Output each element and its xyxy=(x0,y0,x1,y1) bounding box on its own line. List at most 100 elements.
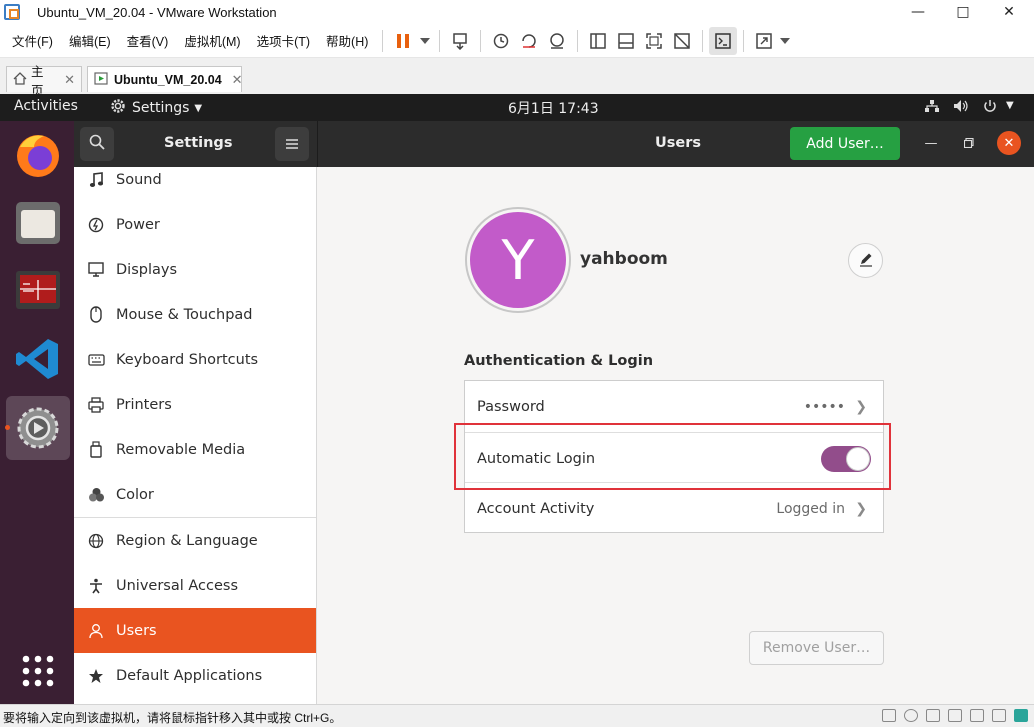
pause-icon[interactable] xyxy=(389,27,417,55)
display-status-icon[interactable] xyxy=(992,709,1006,722)
volume-icon[interactable] xyxy=(953,99,969,117)
sidebar-item-power[interactable]: Power xyxy=(74,202,316,247)
printer-icon xyxy=(87,396,105,414)
running-indicator xyxy=(5,425,10,430)
ubuntu-top-bar: Activities Settings ▼ 6月1日 17:43 ▼ xyxy=(0,94,1034,121)
sidebar-item-label: Default Applications xyxy=(116,667,263,684)
toolbar-separator xyxy=(480,29,482,52)
window-title-bar: Ubuntu_VM_20.04 - VMware Workstation — □… xyxy=(0,0,1034,24)
snapshot-manager-icon[interactable] xyxy=(543,27,571,55)
search-button[interactable] xyxy=(80,127,114,161)
menu-view[interactable]: 查看(V) xyxy=(119,31,177,50)
menu-bar: 文件(F) 编辑(E) 查看(V) 虚拟机(M) 选项卡(T) 帮助(H) xyxy=(0,24,1034,58)
vmware-app-icon xyxy=(4,4,20,20)
maximize-icon[interactable]: □ xyxy=(940,0,986,24)
users-panel: Y yahboom Authentication & Login Passwor… xyxy=(317,167,1034,704)
system-monitor-icon[interactable] xyxy=(14,267,62,315)
library-view-icon[interactable] xyxy=(584,27,612,55)
sidebar-item-label: Universal Access xyxy=(116,577,239,594)
tab-vm[interactable]: Ubuntu_VM_20.04 ✕ xyxy=(87,66,243,92)
close-icon[interactable]: ✕ xyxy=(986,0,1032,24)
tab-home[interactable]: 主页 ✕ xyxy=(6,65,82,98)
auth-section-title: Authentication & Login xyxy=(464,353,654,369)
activities-button[interactable]: Activities xyxy=(14,98,78,114)
pencil-icon xyxy=(858,251,874,271)
sidebar-item-region-language[interactable]: Region & Language xyxy=(74,518,316,563)
search-icon xyxy=(89,134,105,154)
tab-vm-close-icon[interactable]: ✕ xyxy=(232,72,243,88)
users-icon xyxy=(87,622,105,640)
snapshot-icon[interactable] xyxy=(487,27,515,55)
sidebar-item-printers[interactable]: Printers xyxy=(74,382,316,427)
firefox-icon[interactable] xyxy=(14,131,62,179)
system-menu-caret-icon[interactable]: ▼ xyxy=(1006,100,1014,111)
settings-app-icon[interactable] xyxy=(14,404,62,452)
cd-drive-icon[interactable] xyxy=(904,709,918,722)
fullscreen-icon[interactable] xyxy=(640,27,668,55)
app-menu[interactable]: Settings ▼ xyxy=(110,98,202,118)
toolbar-separator xyxy=(577,29,579,52)
status-bar: 要将输入定向到该虚拟机，请将鼠标指针移入其中或按 Ctrl+G。 xyxy=(0,704,1034,727)
sidebar-item-label: Displays xyxy=(116,261,178,278)
sidebar-item-label: Power xyxy=(116,216,160,233)
settings-title: Settings xyxy=(164,135,233,151)
tab-vm-label: Ubuntu_VM_20.04 xyxy=(114,72,222,87)
sidebar-item-universal-access[interactable]: Universal Access xyxy=(74,563,316,608)
stretch-dropdown-icon[interactable] xyxy=(778,27,792,55)
sidebar-item-removable-media[interactable]: Removable Media xyxy=(74,427,316,472)
chevron-right-icon: ❯ xyxy=(855,398,867,415)
send-ctrl-alt-del-icon[interactable] xyxy=(446,27,474,55)
avatar[interactable]: Y xyxy=(465,207,571,313)
thumbnail-view-icon[interactable] xyxy=(612,27,640,55)
menu-file[interactable]: 文件(F) xyxy=(0,31,61,50)
clock[interactable]: 6月1日 17:43 xyxy=(508,98,599,118)
menu-vm[interactable]: 虚拟机(M) xyxy=(176,31,248,50)
app-grid-icon[interactable] xyxy=(14,647,62,695)
tab-home-close-icon[interactable]: ✕ xyxy=(64,72,75,88)
remove-user-button[interactable]: Remove User… xyxy=(749,631,884,665)
sidebar-item-keyboard-shortcuts[interactable]: Keyboard Shortcuts xyxy=(74,337,316,382)
hamburger-menu-button[interactable] xyxy=(275,127,309,161)
unity-mode-icon[interactable] xyxy=(668,27,696,55)
toolbar-separator xyxy=(439,29,441,52)
revert-snapshot-icon[interactable] xyxy=(515,27,543,55)
device-status-icons xyxy=(882,709,1028,722)
minimize-icon[interactable]: — xyxy=(895,0,941,24)
sidebar-item-sound[interactable]: Sound xyxy=(74,167,316,202)
sidebar-item-mouse-touchpad[interactable]: Mouse & Touchpad xyxy=(74,292,316,337)
sidebar-item-displays[interactable]: Displays xyxy=(74,247,316,292)
toolbar-separator xyxy=(702,29,704,52)
usb-controller-icon[interactable] xyxy=(948,709,962,722)
stretch-guest-icon[interactable] xyxy=(750,27,778,55)
sidebar-item-users[interactable]: Users xyxy=(74,608,316,653)
caret-down-icon: ▼ xyxy=(194,102,203,114)
files-icon[interactable] xyxy=(14,199,62,247)
message-log-icon[interactable] xyxy=(1014,709,1028,722)
menu-tabs[interactable]: 选项卡(T) xyxy=(249,31,318,50)
status-text: 要将输入定向到该虚拟机，请将鼠标指针移入其中或按 Ctrl+G。 xyxy=(3,711,342,725)
menu-edit[interactable]: 编辑(E) xyxy=(61,31,119,50)
window-minimize-icon[interactable]: — xyxy=(919,131,943,155)
window-close-icon[interactable]: ✕ xyxy=(997,131,1021,155)
network-adapter-icon[interactable] xyxy=(926,709,940,722)
add-user-button[interactable]: Add User… xyxy=(790,127,900,160)
network-icon[interactable] xyxy=(924,99,940,117)
window-title: Ubuntu_VM_20.04 - VMware Workstation xyxy=(37,4,277,20)
gear-icon xyxy=(110,98,126,118)
window-restore-icon[interactable] xyxy=(957,131,981,155)
sidebar-item-color[interactable]: Color xyxy=(74,472,316,517)
vscode-icon[interactable] xyxy=(14,335,62,383)
power-dropdown-icon[interactable] xyxy=(417,27,433,55)
menu-help[interactable]: 帮助(H) xyxy=(318,31,376,50)
console-view-icon[interactable] xyxy=(709,26,738,55)
sidebar-item-default-applications[interactable]: Default Applications xyxy=(74,653,316,698)
edit-username-button[interactable] xyxy=(848,243,883,278)
mouse-icon xyxy=(87,306,105,324)
power-menu-icon[interactable] xyxy=(982,99,998,117)
sound-card-icon[interactable] xyxy=(970,709,984,722)
sidebar-item-label: Mouse & Touchpad xyxy=(116,306,253,323)
panel-title: Users xyxy=(655,135,702,151)
account-activity-row[interactable]: Account Activity Logged in ❯ xyxy=(465,483,883,534)
removable-media-icon xyxy=(87,441,105,459)
hard-disk-icon[interactable] xyxy=(882,709,896,722)
